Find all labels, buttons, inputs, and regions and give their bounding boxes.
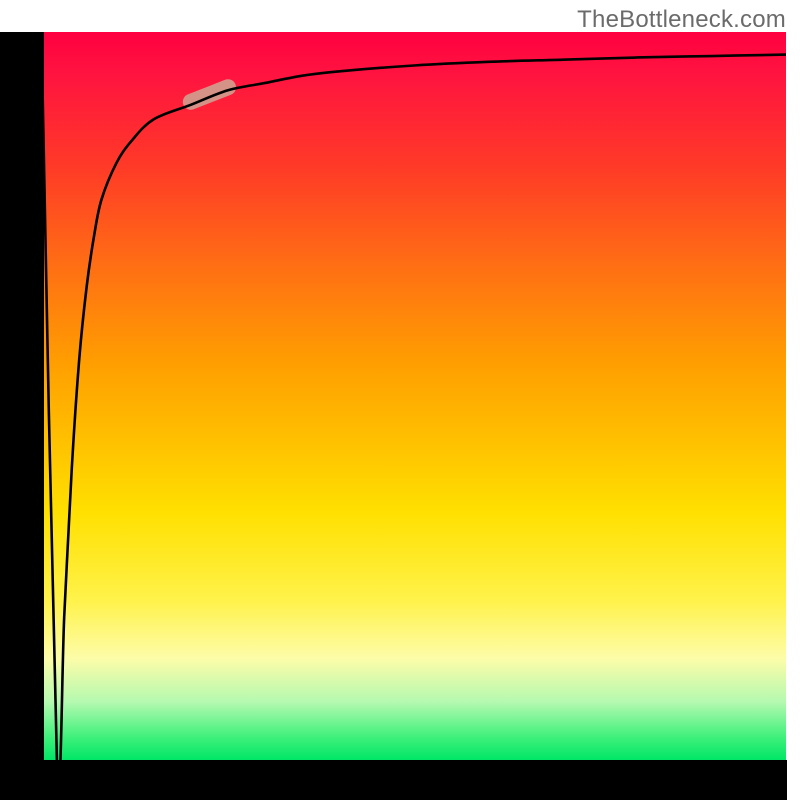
y-axis-frame — [0, 32, 44, 762]
bottleneck-curve — [42, 55, 786, 785]
x-axis-frame — [0, 760, 787, 800]
watermark-text: TheBottleneck.com — [577, 6, 786, 34]
chart-root: TheBottleneck.com — [0, 0, 800, 800]
highlight-stroke — [191, 87, 228, 102]
curve-layer — [42, 32, 786, 760]
